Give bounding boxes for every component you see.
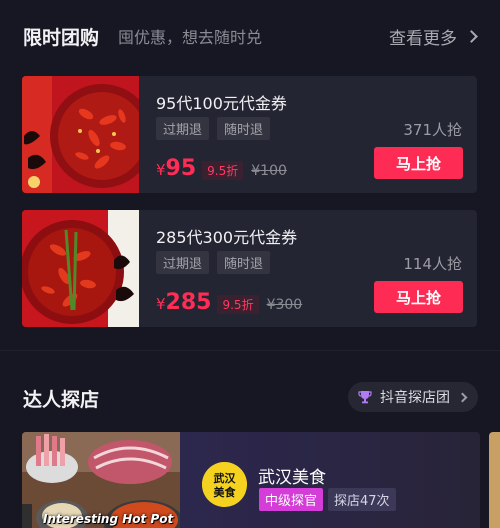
currency-symbol: ¥ (156, 161, 166, 179)
deal-thumbnail (22, 76, 139, 193)
original-price: ¥100 (251, 163, 287, 179)
deal-tags: 过期退 随时退 (156, 251, 271, 274)
avatar: 武汉 美食 (202, 462, 247, 507)
deal-name: 95代100元代金券 (156, 94, 287, 113)
deal-name: 285代300元代金券 (156, 228, 298, 247)
refund-tag: 随时退 (217, 251, 271, 274)
deal-card[interactable]: 285代300元代金券 过期退 随时退 114人抢 ¥ 285 9.5折 ¥30… (22, 210, 477, 327)
influencer-name: 武汉美食 (258, 468, 326, 488)
pill-label: 抖音探店团 (380, 390, 450, 406)
buy-now-button[interactable]: 马上抢 (374, 147, 463, 179)
sold-count: 114人抢 (403, 255, 462, 273)
group-buy-title: 限时团购 (23, 26, 100, 49)
currency-symbol: ¥ (156, 295, 166, 313)
group-buy-header: 限时团购 囤优惠，想去随时兑 查看更多 (0, 18, 500, 54)
hotpot-photo: Interesting Hot Pot (22, 432, 180, 528)
influencer-card[interactable]: Interesting Hot Pot 武汉 美食 武汉美食 中级探官 探店47… (22, 432, 480, 528)
deal-thumbnail (22, 210, 139, 327)
deal-card[interactable]: 95代100元代金券 过期退 随时退 371人抢 ¥ 95 9.5折 ¥100 … (22, 76, 477, 193)
deal-tags: 过期退 随时退 (156, 117, 271, 140)
original-price: ¥300 (266, 297, 303, 313)
deal-price: 285 (165, 290, 212, 315)
avatar-text-top: 武汉 (214, 471, 237, 485)
next-influencer-card-peek[interactable] (489, 432, 500, 528)
group-buy-subtitle: 囤优惠，想去随时兑 (118, 28, 263, 47)
discount-badge: 9.5折 (217, 295, 259, 314)
douyin-explore-group-button[interactable]: 抖音探店团 (348, 382, 478, 412)
view-more-link[interactable]: 查看更多 (389, 24, 478, 49)
sold-count: 371人抢 (403, 121, 462, 139)
level-badge: 中级探官 (259, 488, 324, 511)
refund-tag: 过期退 (156, 251, 210, 274)
view-more-label: 查看更多 (389, 28, 457, 49)
refund-tag: 随时退 (217, 117, 271, 140)
deal-price: 95 (165, 156, 197, 181)
chevron-right-icon (465, 29, 478, 43)
photo-caption: Interesting Hot Pot (43, 512, 174, 526)
visit-count: 探店47次 (328, 488, 396, 511)
trophy-icon (358, 391, 372, 404)
influencer-title: 达人探店 (23, 388, 100, 411)
price-row: ¥ 285 9.5折 ¥300 (156, 290, 302, 315)
discount-badge: 9.5折 (202, 161, 244, 180)
chevron-right-icon (457, 392, 468, 402)
avatar-text-bottom: 美食 (214, 485, 237, 499)
price-row: ¥ 95 9.5折 ¥100 (156, 156, 287, 181)
buy-now-button[interactable]: 马上抢 (374, 281, 463, 313)
section-divider (0, 350, 500, 351)
refund-tag: 过期退 (156, 117, 210, 140)
